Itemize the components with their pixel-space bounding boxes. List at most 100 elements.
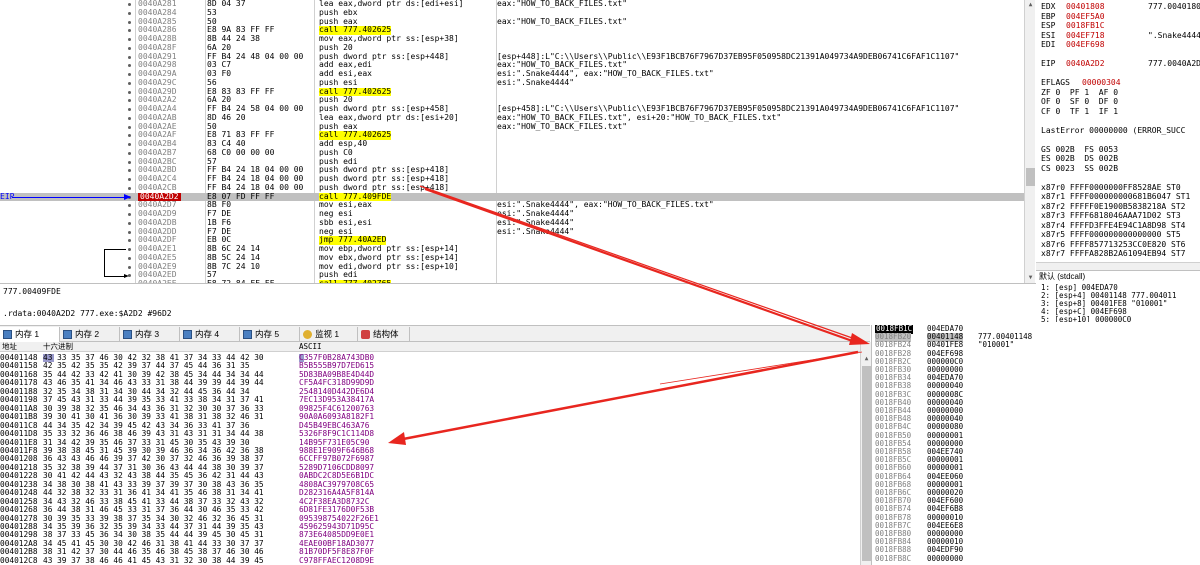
call-arg-line[interactable]: 5: [esp+10] 000000C0 bbox=[1041, 316, 1131, 323]
breakpoint-dot-icon[interactable] bbox=[128, 230, 131, 234]
register-line[interactable] bbox=[1041, 135, 1200, 144]
breakpoint-dot-icon[interactable] bbox=[128, 108, 131, 111]
register-line[interactable]: EDI 004EF698 bbox=[1041, 40, 1200, 49]
breakpoint-dot-icon[interactable] bbox=[128, 134, 131, 138]
register-line[interactable] bbox=[1041, 69, 1200, 78]
breakpoint-dot-icon[interactable] bbox=[128, 160, 131, 164]
breakpoint-dot-icon[interactable] bbox=[128, 169, 131, 173]
register-line[interactable]: EBP 004EF5A0 bbox=[1041, 12, 1200, 21]
stack-pane[interactable]: 0018FB1C 004EDA70 0018FB20 00401148 777.0040… bbox=[871, 325, 1200, 565]
register-value[interactable]: 0018FB1C bbox=[1066, 21, 1105, 30]
register-line[interactable]: GS 002B FS 0053 bbox=[1041, 145, 1200, 154]
tab-struct-7[interactable]: 结构体 bbox=[358, 327, 410, 342]
breakpoint-dot-icon[interactable] bbox=[128, 90, 131, 94]
tab-memory-1[interactable]: 内存 1 bbox=[0, 327, 60, 342]
call-convention-pane[interactable]: 默认 (stdcall) 1: [esp] 004EDA70 2: [esp+4]… bbox=[1036, 270, 1200, 322]
breakpoint-dot-icon[interactable] bbox=[128, 204, 131, 208]
breakpoint-dot-icon[interactable] bbox=[128, 46, 131, 50]
register-value[interactable]: 00000304 bbox=[1082, 78, 1121, 87]
register-line[interactable]: x87r3 FFFF6818046AAA71D02 ST3 bbox=[1041, 211, 1200, 220]
register-value[interactable]: 004EF718 bbox=[1066, 31, 1105, 40]
breakpoint-dot-icon[interactable] bbox=[128, 64, 131, 68]
tab-memory-2[interactable]: 内存 2 bbox=[60, 327, 120, 342]
register-value[interactable]: 0040A2D2 bbox=[1066, 59, 1105, 68]
register-line[interactable]: EFLAGS 00000304 bbox=[1041, 78, 1200, 87]
register-name: x87r6 FFFF857713253CC0E820 ST6 bbox=[1041, 239, 1186, 249]
breakpoint-dot-icon[interactable] bbox=[128, 256, 131, 260]
registers-hscrollbar[interactable] bbox=[1036, 262, 1200, 270]
breakpoint-dot-icon[interactable] bbox=[128, 221, 131, 225]
jump-gutter-line bbox=[104, 276, 126, 278]
scroll-thumb[interactable] bbox=[862, 366, 871, 561]
breakpoint-dot-icon[interactable] bbox=[128, 178, 131, 181]
breakpoint-dot-icon[interactable] bbox=[128, 248, 131, 251]
register-line[interactable]: x87r1 FFFF000000000681B6047 ST1 bbox=[1041, 192, 1200, 201]
scroll-down-icon[interactable]: ▼ bbox=[1025, 273, 1036, 283]
breakpoint-dot-icon[interactable] bbox=[128, 73, 131, 76]
register-line[interactable]: x87r7 FFFFA828B2A61094EB94 ST7 bbox=[1041, 249, 1200, 258]
register-line[interactable]: EIP 0040A2D2 777.0040A2D bbox=[1041, 59, 1200, 68]
register-line[interactable]: LastError 00000000 (ERROR_SUCC bbox=[1041, 126, 1200, 135]
register-line[interactable]: CF 0 TF 1 IF 1 bbox=[1041, 107, 1200, 116]
call-convention-title[interactable]: 默认 (stdcall) bbox=[1039, 272, 1085, 282]
scroll-thumb[interactable] bbox=[1026, 168, 1035, 186]
breakpoint-dot-icon[interactable] bbox=[128, 81, 131, 85]
register-name: EBP bbox=[1041, 11, 1056, 21]
disassembly-scrollbar[interactable]: ▲ ▼ bbox=[1024, 0, 1035, 283]
register-line[interactable]: x87r4 FFFFD3FFE4E94C1A8D98 ST4 bbox=[1041, 221, 1200, 230]
breakpoint-dot-icon[interactable] bbox=[128, 265, 131, 269]
register-line[interactable] bbox=[1041, 116, 1200, 125]
register-name: ES 002B DS 002B bbox=[1041, 154, 1119, 163]
tab-memory-5[interactable]: 内存 5 bbox=[240, 327, 300, 342]
register-line[interactable]: x87r6 FFFF857713253CC0E820 ST6 bbox=[1041, 240, 1200, 249]
register-line[interactable]: x87r2 FFFFF0E1900B5838218A ST2 bbox=[1041, 202, 1200, 211]
stack-address: 0018FB8C bbox=[875, 553, 912, 563]
dump-hex[interactable]: 43 39 37 38 46 46 41 45 43 31 32 30 38 4… bbox=[43, 556, 264, 565]
register-line[interactable]: ZF 0 PF 1 AF 0 bbox=[1041, 88, 1200, 97]
register-value[interactable]: 004EF5A0 bbox=[1066, 12, 1105, 21]
tab-watch-6[interactable]: 监视 1 bbox=[300, 327, 358, 342]
register-line[interactable]: ESI 004EF718 ".Snake4444 bbox=[1041, 31, 1200, 40]
tab-memory-4[interactable]: 内存 4 bbox=[180, 327, 240, 342]
info-target: 777.00409FDE bbox=[3, 287, 61, 296]
register-annotation: 777.0040180 bbox=[1148, 2, 1200, 11]
register-value[interactable]: 004EF698 bbox=[1066, 40, 1105, 49]
breakpoint-dot-icon[interactable] bbox=[128, 213, 131, 216]
register-name: CS 0023 SS 002B bbox=[1041, 163, 1119, 173]
breakpoint-dot-icon[interactable] bbox=[128, 239, 131, 243]
breakpoint-dot-icon[interactable] bbox=[128, 20, 131, 24]
tab-memory-3[interactable]: 内存 3 bbox=[120, 327, 180, 342]
register-line[interactable] bbox=[1041, 50, 1200, 59]
scroll-up-icon[interactable]: ▲ bbox=[1025, 0, 1036, 10]
register-line[interactable]: CS 0023 SS 002B bbox=[1041, 164, 1200, 173]
dump-scrollbar[interactable]: ▲ bbox=[860, 342, 871, 565]
register-line[interactable]: ESP 0018FB1C bbox=[1041, 21, 1200, 30]
register-line[interactable]: x87r5 FFFF000000000000000 ST5 bbox=[1041, 230, 1200, 239]
stack-row[interactable]: 0018FB8C 00000000 bbox=[875, 553, 1200, 564]
registers-pane[interactable]: EDX 00401808 777.0040180 EBP 004EF5A0 ESP 0018… bbox=[1036, 0, 1200, 262]
stack-value[interactable]: 00000000 bbox=[927, 554, 963, 564]
dump-row[interactable]: 004012C8 43 39 37 38 46 46 41 45 43 31 32… bbox=[0, 556, 860, 565]
register-line[interactable]: EDX 00401808 777.0040180 bbox=[1041, 2, 1200, 11]
breakpoint-dot-icon[interactable] bbox=[128, 38, 131, 41]
breakpoint-dot-icon[interactable] bbox=[128, 3, 131, 6]
register-line[interactable]: ES 002B DS 002B bbox=[1041, 154, 1200, 163]
dump-ascii[interactable]: C978FFAEC1208D9E bbox=[299, 556, 374, 565]
breakpoint-dot-icon[interactable] bbox=[128, 116, 131, 120]
breakpoint-dot-icon[interactable] bbox=[128, 29, 131, 33]
breakpoint-dot-icon[interactable] bbox=[128, 143, 131, 146]
register-line[interactable]: OF 0 SF 0 DF 0 bbox=[1041, 97, 1200, 106]
register-value[interactable]: 00401808 bbox=[1066, 2, 1105, 11]
breakpoint-dot-icon[interactable] bbox=[128, 125, 131, 129]
register-line[interactable]: x87r0 FFFF0000000FF8528AE ST0 bbox=[1041, 183, 1200, 192]
memory-dump-pane[interactable]: 地址 十六进制 ASCII 00401148 43 33 35 37 46 30 … bbox=[0, 342, 860, 565]
breakpoint-dot-icon[interactable] bbox=[128, 186, 131, 190]
dump-header-address: 地址 bbox=[2, 342, 17, 351]
breakpoint-dot-icon[interactable] bbox=[128, 55, 131, 59]
breakpoint-dot-icon[interactable] bbox=[128, 99, 131, 103]
disassembly-pane[interactable]: 0040A281 8D 04 37 lea eax,dword ptr ds:[ed… bbox=[0, 0, 1024, 283]
register-line[interactable] bbox=[1041, 173, 1200, 182]
breakpoint-dot-icon[interactable] bbox=[128, 11, 131, 15]
breakpoint-dot-icon[interactable] bbox=[128, 151, 131, 155]
register-name: CF 0 TF 1 IF 1 bbox=[1041, 106, 1119, 116]
